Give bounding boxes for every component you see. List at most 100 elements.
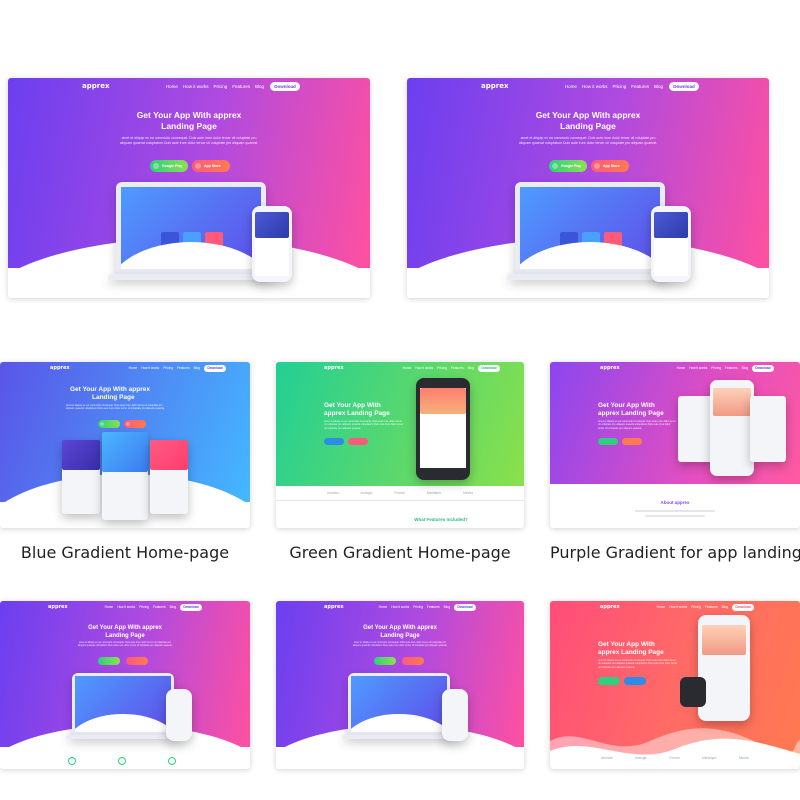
app-screen-left	[678, 396, 714, 462]
template-card-blue[interactable]: apprex Home How it works Pricing Feature…	[0, 362, 250, 528]
caption-blue: Blue Gradient Home-page	[20, 543, 230, 562]
top-nav: apprex Home How it works Pricing Feature…	[8, 78, 370, 94]
caption-green: Green Gradient Home-page	[289, 543, 511, 562]
top-nav: apprex Home How it works Pricing Feature…	[276, 362, 524, 374]
download-button[interactable]: Download	[732, 603, 754, 611]
hero-subtitle: amet et aliquip ex ea commodo consequat.…	[598, 659, 678, 669]
hero-subtitle: amet et aliquip ex ea commodo consequat.…	[352, 641, 448, 648]
app-store-button[interactable]	[622, 438, 642, 445]
nav-link-pricing[interactable]: Pricing	[213, 84, 227, 89]
phone-mockup	[651, 206, 691, 282]
app-store-button[interactable]: App Store	[591, 160, 629, 172]
smartwatch-mockup	[680, 677, 706, 707]
laptop-mockup	[515, 182, 665, 274]
template-card-green[interactable]: apprex Home How it works Pricing Feature…	[276, 362, 524, 528]
phone-mockup	[710, 380, 754, 476]
app-store-button[interactable]	[402, 657, 424, 665]
template-card-purple[interactable]: apprex Home How it works Pricing Feature…	[550, 362, 800, 528]
logo[interactable]: apprex	[82, 82, 109, 90]
top-nav: apprex Home How it works Pricing Feature…	[0, 601, 250, 613]
top-nav: apprex Home How it works Pricing Feature…	[0, 362, 250, 374]
top-nav: apprex Home How it works Pricing Feature…	[407, 78, 769, 94]
google-play-button[interactable]	[598, 438, 618, 445]
download-button[interactable]: Download	[478, 364, 500, 372]
laptop-mockup	[72, 673, 174, 735]
hero-subtitle: amet et aliquip ex ea commodo consequat.…	[119, 136, 259, 145]
google-play-button[interactable]	[598, 677, 620, 685]
google-play-button[interactable]	[98, 657, 120, 665]
nav-link-how-it-works[interactable]: How it works	[183, 84, 209, 89]
logo[interactable]: apprex	[600, 365, 620, 371]
hero-title: Get Your App With apprex Landing Page	[535, 110, 641, 131]
download-button[interactable]: Download	[454, 603, 476, 611]
logo[interactable]: apprex	[324, 604, 344, 610]
logo[interactable]: apprex	[50, 365, 70, 371]
app-screen-right	[750, 396, 786, 462]
wave-decoration	[550, 728, 800, 769]
template-card-violet-3[interactable]: apprex Home How it works Pricing Feature…	[0, 601, 250, 769]
logo[interactable]: apprex	[48, 604, 68, 610]
hero-subtitle: amet et aliquip ex ea commodo consequat.…	[324, 420, 404, 430]
template-card-violet-1[interactable]: apprex Home How it works Pricing Feature…	[8, 78, 370, 298]
apple-icon	[594, 163, 600, 169]
nav-link-blog[interactable]: Blog	[654, 84, 663, 89]
logo[interactable]: apprex	[600, 604, 620, 610]
google-play-button[interactable]: Google Play	[549, 160, 587, 172]
google-play-button[interactable]: Google Play	[150, 160, 188, 172]
feature-icon	[68, 757, 76, 765]
apple-icon	[195, 163, 201, 169]
google-play-button[interactable]	[324, 438, 344, 445]
hero-title: Get Your App With apprex Landing Page	[363, 625, 437, 639]
nav-link-pricing[interactable]: Pricing	[612, 84, 626, 89]
hero-title: Get Your App With apprex Landing Page	[70, 386, 150, 402]
hero-title: Get Your App With apprex Landing Page	[88, 625, 162, 639]
google-play-button[interactable]	[374, 657, 396, 665]
app-store-button[interactable]	[124, 420, 146, 428]
download-button[interactable]: Download	[752, 364, 774, 372]
hero-subtitle: amet et aliquip ex ea commodo consequat.…	[598, 420, 676, 430]
about-title: About apprex	[660, 500, 690, 505]
hero-title: Get Your App With apprex Landing Page	[136, 110, 242, 131]
download-button[interactable]: Download	[180, 603, 202, 611]
app-screen-center	[102, 432, 148, 520]
phone-mockup-dark	[416, 378, 470, 480]
nav-link-features[interactable]: Features	[232, 84, 250, 89]
logo[interactable]: apprex	[481, 82, 508, 90]
app-store-button[interactable]	[126, 657, 148, 665]
hero-title: Get Your App With apprex Landing Page	[598, 641, 664, 657]
hero-title: Get Your App With apprex Landing Page	[598, 402, 664, 418]
template-card-violet-2[interactable]: apprex Home How it works Pricing Feature…	[407, 78, 769, 298]
app-store-button[interactable]	[624, 677, 646, 685]
features-title: What Features Included?	[414, 517, 468, 522]
caption-purple: Purple Gradient for app landing	[550, 543, 800, 562]
feature-icon	[118, 757, 126, 765]
feature-icon	[168, 757, 176, 765]
hero-title: Get Your App With apprex Landing Page	[324, 402, 390, 418]
nav-link-home[interactable]: Home	[565, 84, 577, 89]
app-screen-left	[62, 440, 100, 514]
google-play-button[interactable]	[98, 420, 120, 428]
app-store-button[interactable]: App Store	[192, 160, 230, 172]
hero-subtitle: amet et aliquip ex ea commodo consequat.…	[66, 404, 165, 411]
download-button[interactable]: Download	[669, 81, 699, 91]
nav-link-blog[interactable]: Blog	[255, 84, 264, 89]
app-screen-right	[150, 440, 188, 514]
app-store-button[interactable]	[348, 438, 368, 445]
phone-mockup	[166, 689, 192, 741]
top-nav: apprex Home How it works Pricing Feature…	[550, 362, 800, 374]
laptop-mockup	[116, 182, 266, 274]
logo[interactable]: apprex	[324, 365, 344, 371]
nav-link-how-it-works[interactable]: How it works	[582, 84, 608, 89]
top-nav: apprex Home How it works Pricing Feature…	[276, 601, 524, 613]
nav-link-home[interactable]: Home	[166, 84, 178, 89]
template-card-red[interactable]: apprex Home How it works Pricing Feature…	[550, 601, 800, 769]
partner-logos: Amneks boxlogic Forrest Marketpro Mextra	[601, 756, 749, 760]
template-card-violet-4[interactable]: apprex Home How it works Pricing Feature…	[276, 601, 524, 769]
phone-mockup	[442, 689, 468, 741]
nav-link-features[interactable]: Features	[631, 84, 649, 89]
download-button[interactable]: Download	[270, 81, 300, 91]
partner-logos: Amneks boxlogic Forrest Marketpro Mextra	[327, 491, 473, 495]
download-button[interactable]: Download	[204, 364, 226, 372]
play-icon	[552, 163, 558, 169]
hero-subtitle: amet et aliquip ex ea commodo consequat.…	[77, 641, 173, 648]
